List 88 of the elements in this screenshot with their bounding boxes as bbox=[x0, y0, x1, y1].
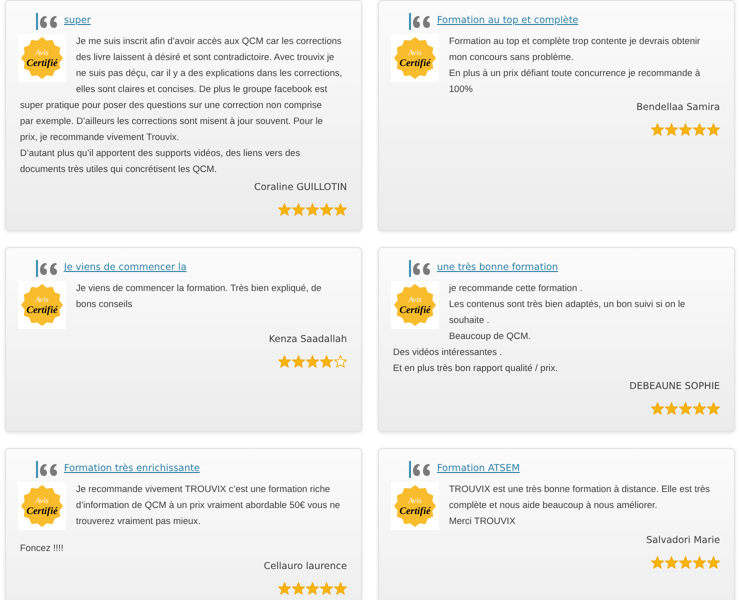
star-icon bbox=[306, 582, 319, 596]
star-icon bbox=[679, 123, 692, 136]
quote-icon bbox=[36, 260, 58, 277]
review-text: Beaucoup de QCM. bbox=[449, 330, 531, 343]
review-text: super pratique pour poser des questions sur une correction non comprise bbox=[20, 99, 322, 112]
star-icon bbox=[292, 203, 305, 216]
star-icon bbox=[665, 123, 678, 136]
star-icon bbox=[334, 203, 347, 216]
review-text: trouverez vraiment pas mieux. bbox=[76, 515, 201, 528]
badge-text: Certifié bbox=[26, 506, 58, 517]
review-text: ne suis pas déçu, car il y a des explications dans les corrections, bbox=[76, 67, 342, 80]
review-text: bons conseils bbox=[76, 298, 132, 311]
review-text: par exemple. D’ailleurs les corrections sont misent à jour souvent. Pour le bbox=[20, 115, 323, 128]
badge-text: Certifié bbox=[399, 506, 431, 517]
review-author: Bendellaa Samira bbox=[636, 101, 720, 115]
review-author: Salvadori Marie bbox=[646, 534, 720, 548]
star-icon bbox=[292, 582, 305, 596]
review-text: TROUVIX est une très bonne formation à distance. Elle est très bbox=[449, 483, 710, 496]
review-text: Les contenus sont très bien adaptés, un bon suivi si on le bbox=[449, 298, 686, 311]
review-title-link[interactable]: Formation ATSEM bbox=[437, 462, 520, 477]
review-text: mon concours sans problème. bbox=[449, 51, 574, 64]
badge-text: Avis bbox=[35, 47, 49, 58]
review-author: Coraline GUILLOTIN bbox=[254, 181, 347, 195]
review-text: des livre laissent à désiré et sont contradictoire. Avec trouvix je bbox=[76, 51, 334, 64]
review-title-link[interactable]: super bbox=[64, 14, 91, 29]
review-text: D’autant plus qu’il apportent des supports vidéos, des liens vers des bbox=[20, 147, 300, 160]
review-text: 100% bbox=[449, 83, 473, 96]
review-text: Je viens de commencer la formation. Très bien expliqué, de bbox=[76, 282, 322, 295]
star-icon bbox=[693, 402, 706, 416]
badge-text: Avis bbox=[35, 495, 49, 506]
star-icon bbox=[278, 355, 291, 368]
star-icon bbox=[651, 402, 664, 416]
star-icon bbox=[292, 355, 305, 368]
star-icon bbox=[306, 355, 319, 368]
review-text: Formation au top et complète trop contente je devrais obtenir bbox=[449, 35, 700, 48]
review-text: d’information de QCM à un prix vraiment abordable 50€ vous ne bbox=[76, 499, 340, 512]
review-text: Merci TROUVIX bbox=[449, 515, 516, 528]
review-text: Je recommande vivement TROUVIX c’est une formation riche bbox=[76, 483, 330, 496]
star-icon bbox=[665, 402, 678, 416]
review-text: documents très utiles qui concrétisent les QCM. bbox=[20, 163, 217, 176]
star-icon bbox=[693, 556, 706, 570]
review-text: Foncez !!!! bbox=[20, 542, 64, 555]
star-icon bbox=[707, 123, 720, 136]
review-text: Des vidéos intéressantes . bbox=[393, 346, 502, 359]
badge-text: Certifié bbox=[399, 305, 431, 316]
star-icon bbox=[651, 123, 664, 136]
review-author: DEBEAUNE SOPHIE bbox=[629, 380, 720, 394]
badge-text: Certifié bbox=[26, 305, 58, 316]
star-icon bbox=[320, 203, 333, 216]
review-text: souhaite . bbox=[449, 314, 490, 327]
review-text: Et en plus très bon rapport qualité / prix. bbox=[393, 362, 558, 375]
review-text: elles sont claires et concises. De plus le groupe facebook est bbox=[76, 83, 328, 96]
review-title-link[interactable]: Formation très enrichissante bbox=[64, 462, 200, 477]
star-icon bbox=[707, 556, 720, 570]
quote-icon bbox=[36, 461, 58, 478]
star-icon bbox=[693, 123, 706, 136]
badge-text: Avis bbox=[35, 294, 49, 305]
star-icon bbox=[665, 556, 678, 570]
review-author: Cellauro laurence bbox=[264, 560, 347, 574]
star-icon bbox=[320, 582, 333, 596]
badge-text: Certifié bbox=[399, 58, 431, 69]
quote-icon bbox=[36, 13, 58, 30]
review-text: En plus à un prix défiant toute concurrence je recommande à bbox=[449, 67, 700, 80]
review-text: je recommande cette formation . bbox=[449, 282, 582, 295]
review-author: Kenza Saadallah bbox=[268, 333, 347, 347]
star-icon bbox=[334, 355, 347, 368]
badge-text: Certifié bbox=[26, 58, 58, 69]
review-text: Je me suis inscrit afin d’avoir accès aux QCM car les corrections bbox=[76, 35, 342, 48]
quote-icon bbox=[409, 461, 431, 478]
review-title-link[interactable]: Formation au top et complète bbox=[437, 14, 578, 29]
quote-icon bbox=[409, 13, 431, 30]
badge-text: Avis bbox=[408, 294, 422, 305]
star-icon bbox=[278, 203, 291, 216]
star-icon bbox=[306, 203, 319, 216]
badge-text: Avis bbox=[408, 495, 422, 506]
star-icon bbox=[707, 402, 720, 416]
star-icon bbox=[679, 402, 692, 416]
review-text: prix, je recommande vivement Trouvix. bbox=[20, 131, 180, 144]
star-icon bbox=[334, 582, 347, 596]
quote-icon bbox=[409, 260, 431, 277]
review-title-link[interactable]: une très bonne formation bbox=[437, 261, 558, 276]
star-icon bbox=[651, 556, 664, 570]
star-icon bbox=[679, 556, 692, 570]
star-icon bbox=[320, 355, 333, 368]
star-icon bbox=[278, 582, 291, 596]
review-text: complète et nous aide beaucoup à nous améliorer. bbox=[449, 499, 658, 512]
review-title-link[interactable]: Je viens de commencer la bbox=[64, 261, 187, 276]
badge-text: Avis bbox=[408, 47, 422, 58]
